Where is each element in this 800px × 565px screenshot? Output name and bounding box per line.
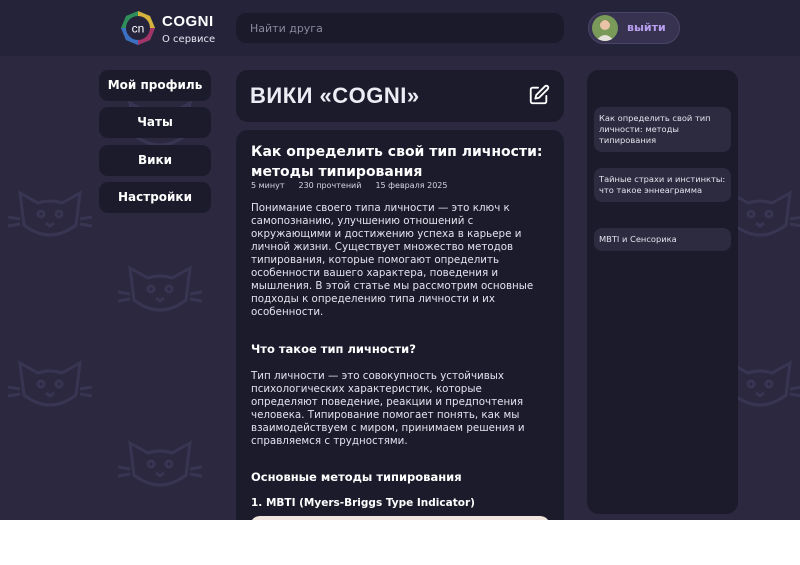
app-viewport: cn COGNI О сервисе выйти Мой профиль Чат… <box>0 0 800 520</box>
article-card: Как определить свой тип личности: методы… <box>236 130 564 520</box>
nav-my-profile[interactable]: Мой профиль <box>99 70 211 101</box>
views-count: 230 прочтений <box>298 181 362 190</box>
section-heading: Основные методы типирования <box>251 470 462 484</box>
subsection-heading: 1. MBTI (Myers-Briggs Type Indicator) <box>251 497 475 509</box>
brand-title: COGNI <box>162 13 214 30</box>
article-image <box>250 516 550 520</box>
user-menu[interactable]: выйти <box>588 12 680 44</box>
page-title: ВИКИ «COGNI» <box>250 83 420 108</box>
search-friend-input[interactable] <box>236 13 564 43</box>
wiki-header-card: ВИКИ «COGNI» <box>236 70 564 122</box>
avatar[interactable] <box>592 15 618 41</box>
top-header: cn COGNI О сервисе выйти <box>0 0 800 56</box>
edit-icon[interactable] <box>528 84 550 106</box>
article-title: Как определить свой тип личности: методы… <box>251 144 543 180</box>
section-heading: Что такое тип личности? <box>251 342 416 356</box>
article-meta: 5 минут 230 прочтений 15 февраля 2025 <box>251 181 447 190</box>
section-text: Тип личности — это совокупность устойчив… <box>251 370 525 447</box>
about-service-link[interactable]: О сервисе <box>162 34 215 45</box>
logout-button[interactable]: выйти <box>627 21 666 34</box>
related-articles-panel: Как определить свой тип личности: методы… <box>587 70 738 514</box>
nav-wiki[interactable]: Вики <box>99 145 211 176</box>
article-intro: Понимание своего типа личности — это клю… <box>251 202 534 318</box>
nav-settings[interactable]: Настройки <box>99 182 211 213</box>
related-article-link[interactable]: Тайные страхи и инстинкты: что такое энн… <box>594 168 731 202</box>
logo-text: cn <box>132 22 145 36</box>
related-article-link[interactable]: MBTI и Сенсорика <box>594 228 731 251</box>
publish-date: 15 февраля 2025 <box>375 181 448 190</box>
read-time: 5 минут <box>251 181 285 190</box>
nav-chats[interactable]: Чаты <box>99 107 211 138</box>
related-article-link[interactable]: Как определить свой тип личности: методы… <box>594 107 731 152</box>
cogni-logo-icon[interactable]: cn <box>120 10 156 46</box>
